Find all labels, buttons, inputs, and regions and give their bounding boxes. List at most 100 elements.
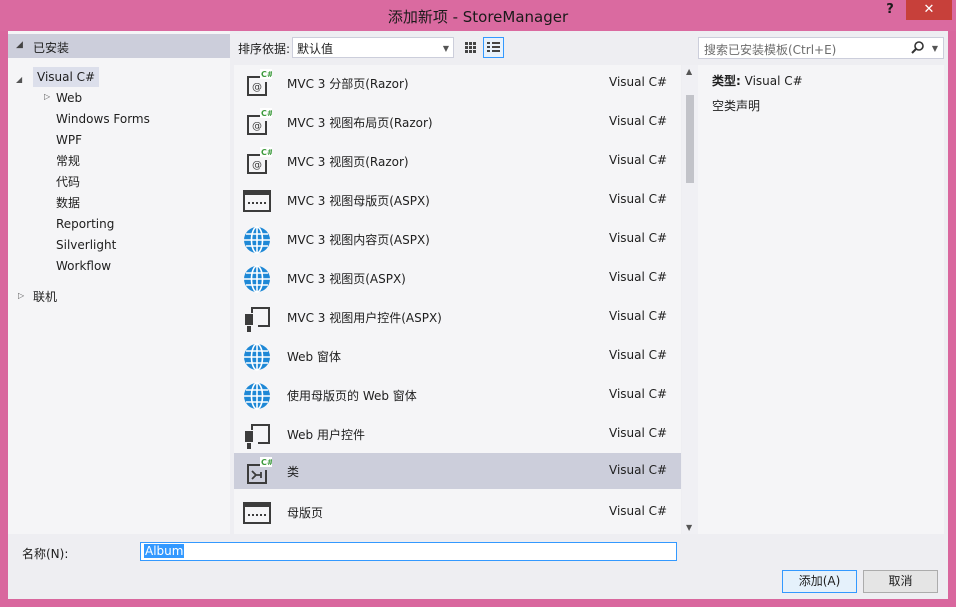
category-tree: ◢ 已安装 ◢ Visual C# ▷ Web Windows Forms WP… — [8, 31, 230, 534]
template-language: Visual C# — [609, 426, 668, 440]
search-placeholder: 搜索已安装模板(Ctrl+E) — [704, 43, 837, 57]
template-language: Visual C# — [609, 348, 668, 362]
scroll-down-icon[interactable]: ▼ — [686, 523, 692, 532]
template-language: Visual C# — [609, 153, 668, 167]
svg-text:C#: C# — [261, 109, 272, 118]
cancel-button[interactable]: 取消 — [863, 570, 938, 593]
expand-arrow-icon[interactable]: ◢ — [16, 75, 22, 84]
globe-icon — [244, 343, 270, 371]
razor-cs-icon: @ C# — [247, 69, 272, 96]
class-cs-icon: C# — [247, 457, 272, 484]
scroll-up-icon[interactable]: ▲ — [686, 67, 692, 76]
template-language: Visual C# — [609, 504, 668, 518]
scroll-thumb[interactable] — [686, 95, 694, 183]
svg-text:C#: C# — [261, 458, 272, 467]
globe-icon — [244, 226, 270, 254]
expand-arrow-icon[interactable]: ▷ — [44, 92, 50, 101]
tree-item-silverlight[interactable]: Silverlight — [56, 235, 116, 255]
tree-item-workflow[interactable]: Workflow — [56, 256, 111, 276]
globe-icon — [244, 265, 270, 293]
tree-item-wpf[interactable]: WPF — [56, 130, 82, 150]
template-name: MVC 3 分部页(Razor) — [287, 77, 409, 91]
name-input[interactable]: Album — [140, 542, 677, 561]
template-list: @ C# MVC 3 分部页(Razor) Visual C# @ C# MVC… — [234, 65, 681, 534]
svg-text:C#: C# — [261, 148, 272, 157]
tree-item-visual-csharp[interactable]: Visual C# — [33, 67, 100, 87]
tree-item-code[interactable]: 代码 — [56, 172, 80, 192]
template-language: Visual C# — [609, 231, 668, 245]
tree-item-reporting[interactable]: Reporting — [56, 214, 114, 234]
list-view-button[interactable] — [483, 37, 504, 58]
razor-cs-icon: @ C# — [247, 108, 272, 135]
template-row[interactable]: 使用母版页的 Web 窗体 Visual C# — [234, 377, 681, 413]
razor-cs-icon: @ C# — [247, 147, 272, 174]
search-input[interactable]: 搜索已安装模板(Ctrl+E) ▼ — [698, 37, 944, 59]
template-language: Visual C# — [609, 75, 668, 89]
template-language: Visual C# — [609, 309, 668, 323]
installed-label: 已安装 — [33, 41, 70, 55]
type-label: 类型: — [712, 74, 741, 88]
template-language: Visual C# — [609, 192, 668, 206]
name-input-value: Album — [144, 544, 185, 558]
template-language: Visual C# — [609, 114, 668, 128]
globe-icon — [244, 382, 270, 410]
template-name: 类 — [287, 465, 300, 479]
tree-item-online[interactable]: 联机 — [33, 287, 57, 307]
installed-header[interactable]: ◢ 已安装 — [8, 34, 230, 58]
template-name: MVC 3 视图布局页(Razor) — [287, 116, 433, 130]
tree-item-windows-forms[interactable]: Windows Forms — [56, 109, 150, 129]
template-name: MVC 3 视图母版页(ASPX) — [287, 194, 430, 208]
details-panel: 类型: Visual C# 空类声明 — [698, 65, 944, 534]
template-list-scrollbar[interactable]: ▲ ▼ — [682, 65, 698, 534]
svg-text:C#: C# — [261, 70, 272, 79]
search-icon[interactable] — [911, 40, 925, 57]
list-view-icon — [487, 42, 500, 52]
template-row[interactable]: Web 窗体 Visual C# — [234, 338, 681, 374]
template-name: MVC 3 视图页(Razor) — [287, 155, 409, 169]
chevron-down-icon: ▼ — [442, 44, 449, 53]
tree-item-web[interactable]: Web — [56, 88, 82, 108]
master-page-icon — [243, 502, 271, 524]
collapse-arrow-icon: ◢ — [16, 40, 23, 50]
type-line: 类型: Visual C# — [712, 72, 803, 89]
template-row[interactable]: MVC 3 视图内容页(ASPX) Visual C# — [234, 221, 681, 257]
template-row[interactable]: @ C# MVC 3 分部页(Razor) Visual C# — [234, 65, 681, 101]
type-value: Visual C# — [744, 74, 803, 88]
svg-text:@: @ — [252, 121, 262, 132]
grid-view-icon — [465, 42, 476, 53]
template-name: MVC 3 视图用户控件(ASPX) — [287, 311, 442, 325]
template-row[interactable]: MVC 3 视图母版页(ASPX) Visual C# — [234, 182, 681, 218]
svg-text:@: @ — [252, 82, 262, 93]
template-name: 使用母版页的 Web 窗体 — [287, 389, 417, 403]
title-bar: 添加新项 - StoreManager ? ✕ — [0, 0, 956, 31]
user-control-icon — [245, 307, 270, 332]
template-row[interactable]: MVC 3 视图用户控件(ASPX) Visual C# — [234, 299, 681, 335]
add-button[interactable]: 添加(A) — [782, 570, 857, 593]
dialog-client: ◢ 已安装 ◢ Visual C# ▷ Web Windows Forms WP… — [8, 31, 948, 599]
user-control-icon — [245, 424, 270, 449]
template-row[interactable]: @ C# MVC 3 视图布局页(Razor) Visual C# — [234, 104, 681, 140]
template-row-selected[interactable]: C# 类 Visual C# — [234, 453, 681, 489]
template-name: MVC 3 视图页(ASPX) — [287, 272, 406, 286]
template-name: 母版页 — [287, 506, 324, 520]
expand-arrow-icon[interactable]: ▷ — [18, 291, 24, 300]
template-language: Visual C# — [609, 387, 668, 401]
template-row[interactable]: Web 用户控件 Visual C# — [234, 416, 681, 452]
tree-item-general[interactable]: 常规 — [56, 151, 80, 171]
master-page-icon — [243, 190, 271, 212]
template-row[interactable]: 母版页 Visual C# — [234, 494, 681, 530]
tree-item-data[interactable]: 数据 — [56, 193, 80, 213]
sort-dropdown[interactable]: 默认值 ▼ — [292, 37, 454, 58]
chevron-down-icon[interactable]: ▼ — [932, 44, 938, 53]
close-button[interactable]: ✕ — [906, 0, 952, 20]
grid-view-button[interactable] — [460, 37, 481, 58]
sort-label: 排序依据: — [238, 42, 291, 56]
template-language: Visual C# — [609, 270, 668, 284]
svg-text:@: @ — [252, 160, 262, 171]
template-row[interactable]: @ C# MVC 3 视图页(Razor) Visual C# — [234, 143, 681, 179]
template-language: Visual C# — [609, 463, 668, 477]
template-name: MVC 3 视图内容页(ASPX) — [287, 233, 430, 247]
template-row[interactable]: MVC 3 视图页(ASPX) Visual C# — [234, 260, 681, 296]
sort-value: 默认值 — [297, 42, 334, 56]
help-button[interactable]: ? — [880, 2, 900, 20]
